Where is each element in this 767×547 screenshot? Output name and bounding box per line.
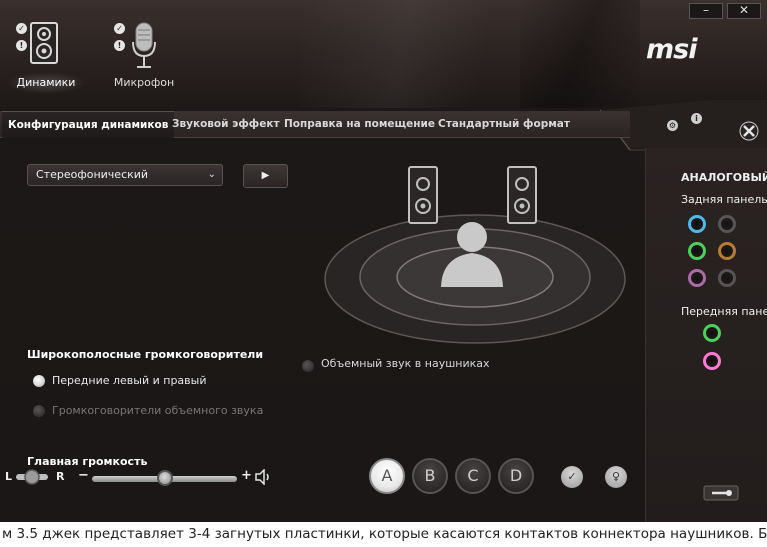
speaker-volume-icon[interactable] [254, 469, 272, 485]
gear-icon[interactable]: ⚙ [667, 120, 678, 131]
rear-panel-label: Задняя панель [681, 193, 767, 206]
check-badge-icon: ✓ [16, 23, 27, 34]
analog-title: АНАЛОГОВЫЙ [681, 171, 767, 184]
device-tab-microphone[interactable]: ✓ ! Микрофон [98, 18, 190, 94]
msi-logo: msi [646, 34, 697, 65]
audio-jack[interactable] [703, 324, 721, 342]
microphone-icon [132, 22, 156, 68]
fullrange-title: Широкополосные громкоговорители [27, 348, 264, 361]
device-tab-label: Микрофон [113, 76, 175, 89]
radio-surround-speakers[interactable] [33, 405, 45, 417]
preset-b-button[interactable]: B [412, 458, 448, 494]
checkmark-icon[interactable]: ✓ [561, 466, 583, 488]
info-icon[interactable]: i [691, 113, 702, 124]
header-shadow-streak [520, 0, 640, 108]
headphone-surround-toggle[interactable] [302, 360, 314, 372]
balance-right-label: R [56, 470, 65, 483]
left-speaker-icon[interactable] [408, 166, 438, 224]
audio-jack[interactable] [688, 269, 706, 287]
warning-badge-icon: ! [16, 40, 27, 51]
settings-tab-bar: Конфигурация динамиков Звуковой эффект П… [0, 111, 630, 138]
check-badge-icon: ✓ [114, 23, 125, 34]
audio-jack[interactable] [718, 242, 736, 260]
connector-settings-icon[interactable] [703, 485, 739, 501]
minimize-button[interactable]: – [689, 3, 723, 19]
master-volume-title: Главная громкость [27, 455, 148, 468]
speaker-config-select[interactable]: Стереофонический ⌄ [27, 164, 223, 186]
audio-jack[interactable] [688, 242, 706, 260]
tab-room-correction[interactable]: Поправка на помещение [284, 111, 435, 138]
balance-left-label: L [5, 470, 13, 483]
radio-surround-speakers-label: Громкоговорители объемного звука [52, 404, 264, 417]
audio-manager-window: ✓ ! Динамики ✓ ! Микрофон – ✕ msi ⚙ i Ко… [0, 0, 767, 522]
preset-d-button[interactable]: D [498, 458, 534, 494]
speaker-icon [30, 22, 58, 64]
audio-jack[interactable] [688, 215, 706, 233]
balance-knob[interactable] [15, 469, 49, 485]
volume-down-button[interactable]: − [78, 468, 89, 483]
test-play-button[interactable]: ▶ [243, 164, 288, 188]
master-volume-thumb[interactable] [156, 470, 173, 486]
tab-sound-effect[interactable]: Звуковой эффект [172, 111, 280, 138]
audio-jack[interactable] [703, 352, 721, 370]
headphone-surround-label: Объемный звук в наушниках [321, 357, 490, 370]
tab-default-format[interactable]: Стандартный формат [438, 111, 570, 138]
preset-a-button[interactable]: A [369, 458, 405, 494]
device-tab-speakers[interactable]: ✓ ! Динамики [0, 18, 92, 94]
volume-up-button[interactable]: + [241, 468, 252, 483]
page-caption-text: м 3.5 джек представляет 3-4 загнутых пла… [0, 522, 767, 547]
audio-jack[interactable] [718, 269, 736, 287]
preset-c-button[interactable]: C [455, 458, 491, 494]
front-panel-label: Передняя панель [681, 305, 767, 318]
tab-speaker-config[interactable]: Конфигурация динамиков [2, 111, 175, 138]
tools-icon[interactable] [739, 121, 759, 141]
radio-front-lr[interactable] [33, 375, 45, 387]
speaker-visualization [324, 166, 626, 344]
radio-front-lr-label: Передние левый и правый [52, 374, 207, 387]
close-button[interactable]: ✕ [727, 3, 761, 19]
audio-jack[interactable] [718, 215, 736, 233]
select-value: Стереофонический [36, 168, 149, 181]
microphone-small-icon[interactable]: ♀ [605, 466, 627, 488]
warning-badge-icon: ! [114, 40, 125, 51]
device-tab-label: Динамики [16, 76, 76, 89]
chevron-down-icon: ⌄ [207, 169, 216, 180]
right-speaker-icon[interactable] [507, 166, 537, 224]
